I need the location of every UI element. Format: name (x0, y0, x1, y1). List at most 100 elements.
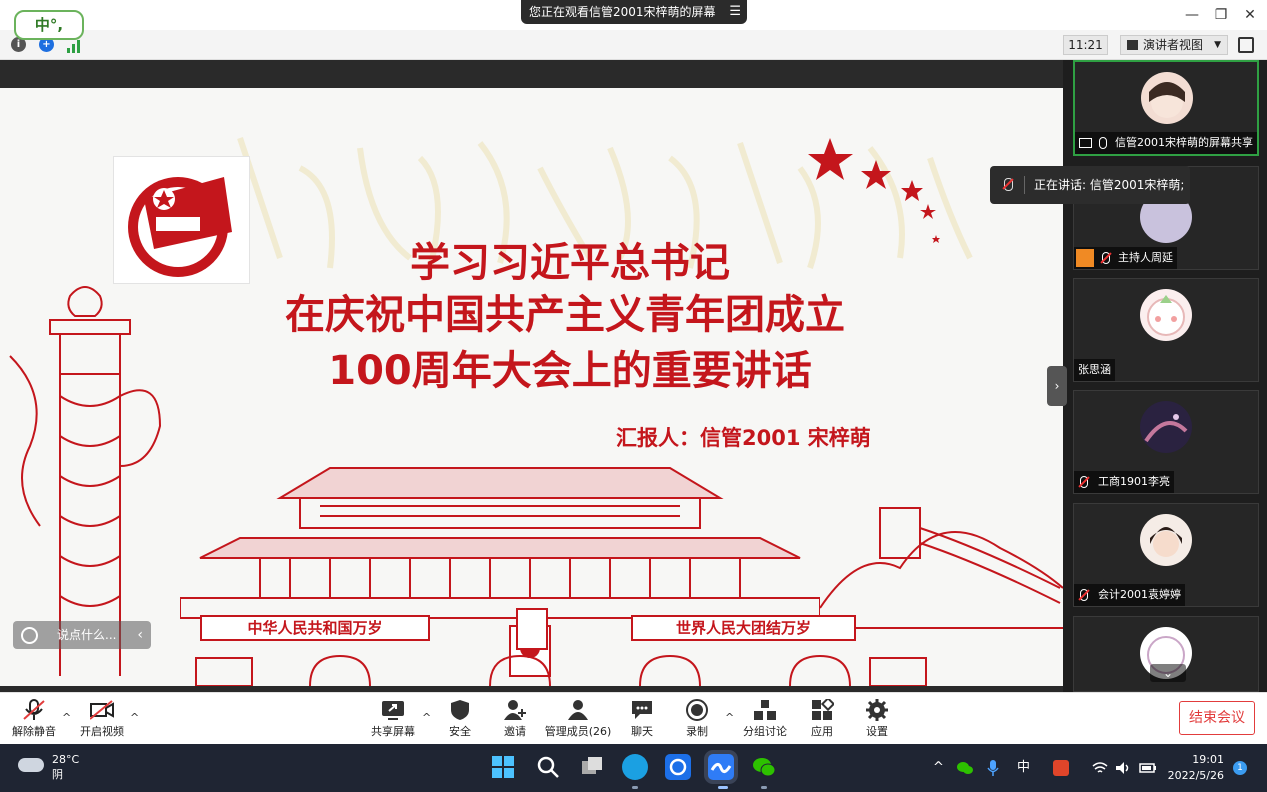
tencent-meeting-icon[interactable] (708, 754, 734, 780)
slogan-banner-left: 中华人民共和国万岁 (200, 615, 430, 641)
participant-label: 工商1901李亮 (1074, 471, 1174, 493)
mic-muted-icon (22, 699, 46, 721)
participant-tile[interactable]: 信管2001宋梓萌的屏幕共享 (1073, 60, 1259, 156)
invite-button[interactable]: 邀请 (495, 697, 535, 743)
chevron-down-icon: ▼ (1214, 40, 1221, 50)
minimize-button[interactable]: — (1181, 4, 1203, 26)
settings-button[interactable]: 设置 (857, 697, 897, 743)
end-meeting-button[interactable]: 结束会议 (1179, 701, 1255, 735)
mic-muted-icon (1080, 476, 1088, 488)
unmute-label: 解除静音 (12, 725, 56, 738)
fullscreen-icon[interactable] (1238, 37, 1254, 53)
share-screen-icon (381, 699, 405, 721)
chat-button[interactable]: 聊天 (622, 697, 662, 743)
wifi-icon[interactable] (1092, 744, 1108, 792)
tray-overflow-icon[interactable]: ^ (933, 744, 944, 792)
share-screen-button[interactable]: 共享屏幕 (368, 697, 418, 743)
divider (1024, 176, 1025, 194)
wechat-icon[interactable] (751, 754, 777, 780)
youth-league-emblem (113, 156, 250, 284)
breakout-label: 分组讨论 (743, 725, 787, 738)
start-video-button[interactable]: 开启视频 (78, 697, 126, 743)
video-off-icon (89, 699, 114, 721)
mic-icon (1099, 137, 1107, 149)
sogou-ime-icon[interactable] (1053, 744, 1069, 792)
record-options-caret[interactable]: ^ (725, 711, 734, 724)
scroll-down-button[interactable]: ⌄ (1150, 664, 1186, 682)
cloud-icon (18, 758, 44, 772)
wechat-tray-icon[interactable] (957, 744, 973, 792)
view-mode-dropdown[interactable]: 演讲者视图 ▼ (1120, 35, 1228, 55)
participant-tile[interactable]: 张思涵 (1073, 278, 1259, 382)
active-indicator (718, 786, 728, 789)
battery-icon[interactable] (1139, 744, 1157, 792)
security-button[interactable]: 安全 (440, 697, 480, 743)
meeting-info-bar: i + 11:21 演讲者视图 ▼ (0, 30, 1267, 60)
restore-button[interactable]: ❐ (1210, 4, 1232, 26)
search-icon[interactable] (535, 754, 561, 780)
unmute-button[interactable]: 解除静音 (10, 697, 58, 743)
weather-widget[interactable]: 28°C 阴 (18, 752, 79, 782)
share-notice-text: 您正在观看信管2001宋梓萌的屏幕 (529, 5, 716, 19)
meeting-timer: 11:21 (1063, 35, 1108, 55)
mic-muted-icon (1004, 178, 1013, 191)
settings-label: 设置 (866, 725, 888, 738)
participant-name: 会计2001袁婷婷 (1098, 588, 1181, 601)
comment-placeholder: 说点什么... (57, 628, 117, 642)
comment-input[interactable]: 说点什么... ‹ (13, 621, 151, 649)
layout-icon (1127, 40, 1138, 50)
video-options-caret[interactable]: ^ (130, 711, 139, 724)
ime-status-badge[interactable]: 中°, (14, 10, 84, 40)
clock-date: 2022/5/26 (1167, 769, 1224, 782)
apps-label: 应用 (811, 725, 833, 738)
clock-time: 19:01 (1192, 753, 1224, 766)
slogan-banner-right: 世界人民大团结万岁 (631, 615, 856, 641)
chevron-left-icon[interactable]: ‹ (137, 621, 143, 649)
start-menu-icon[interactable] (490, 754, 516, 780)
apps-button[interactable]: 应用 (802, 696, 842, 743)
view-mode-label: 演讲者视图 (1143, 38, 1204, 52)
ime-indicator[interactable]: 中 (1017, 744, 1030, 792)
add-user-icon (503, 699, 527, 721)
menu-icon[interactable]: ☰ (729, 0, 741, 24)
breakout-icon (753, 699, 777, 721)
speaking-indicator: 正在讲话: 信管2001宋梓萌; (990, 166, 1190, 204)
share-screen-label: 共享屏幕 (371, 725, 415, 738)
weather-condition: 阴 (52, 768, 63, 781)
host-icon (1076, 249, 1094, 267)
speaking-text: 正在讲话: 信管2001宋梓萌; (1034, 178, 1185, 192)
presentation-slide: 学习习近平总书记 在庆祝中国共产主义青年团成立 100周年大会上的重要讲话 汇报… (0, 88, 1063, 686)
meeting-toolbar: 解除静音 ^ 开启视频 ^ 共享屏幕 ^ 安全 邀请 管理成员(26) 聊天 录… (0, 692, 1267, 744)
mic-muted-icon (1080, 589, 1088, 601)
avatar (1140, 514, 1192, 566)
title-bar: 中°, 您正在观看信管2001宋梓萌的屏幕 ☰ — ❐ ✕ (0, 0, 1267, 40)
manage-members-label: 管理成员(26) (544, 725, 612, 738)
notification-badge[interactable]: 1 (1233, 761, 1247, 775)
share-options-caret[interactable]: ^ (422, 711, 431, 724)
start-video-label: 开启视频 (80, 725, 124, 738)
shared-screen-area: 学习习近平总书记 在庆祝中国共产主义青年团成立 100周年大会上的重要讲话 汇报… (0, 60, 1063, 692)
running-indicator (761, 786, 767, 789)
breakout-button[interactable]: 分组讨论 (742, 697, 788, 743)
slide-title-line2: 在庆祝中国共产主义青年团成立 (285, 292, 845, 338)
task-view-icon[interactable] (579, 754, 605, 780)
system-clock[interactable]: 19:01 2022/5/26 (1164, 752, 1224, 784)
screen-share-icon (1079, 138, 1092, 148)
participant-label: 张思涵 (1074, 359, 1115, 381)
dingtalk-icon[interactable] (665, 754, 691, 780)
manage-members-button[interactable]: 管理成员(26) (544, 697, 612, 743)
participant-tile[interactable]: 工商1901李亮 (1073, 390, 1259, 494)
network-signal-icon[interactable] (66, 38, 82, 53)
participant-label: 主持人周延 (1074, 247, 1177, 269)
emoji-icon (21, 627, 38, 644)
chat-icon (630, 699, 654, 721)
record-button[interactable]: 录制 (677, 697, 717, 743)
collapse-panel-button[interactable]: › (1047, 366, 1067, 406)
microphone-tray-icon[interactable] (987, 744, 999, 792)
audio-options-caret[interactable]: ^ (62, 711, 71, 724)
slide-reporter: 汇报人：信管2001 宋梓萌 (616, 426, 871, 450)
participant-tile[interactable]: 会计2001袁婷婷 (1073, 503, 1259, 607)
close-button[interactable]: ✕ (1239, 4, 1261, 26)
volume-icon[interactable] (1115, 744, 1131, 792)
edge-browser-icon[interactable] (622, 754, 648, 780)
